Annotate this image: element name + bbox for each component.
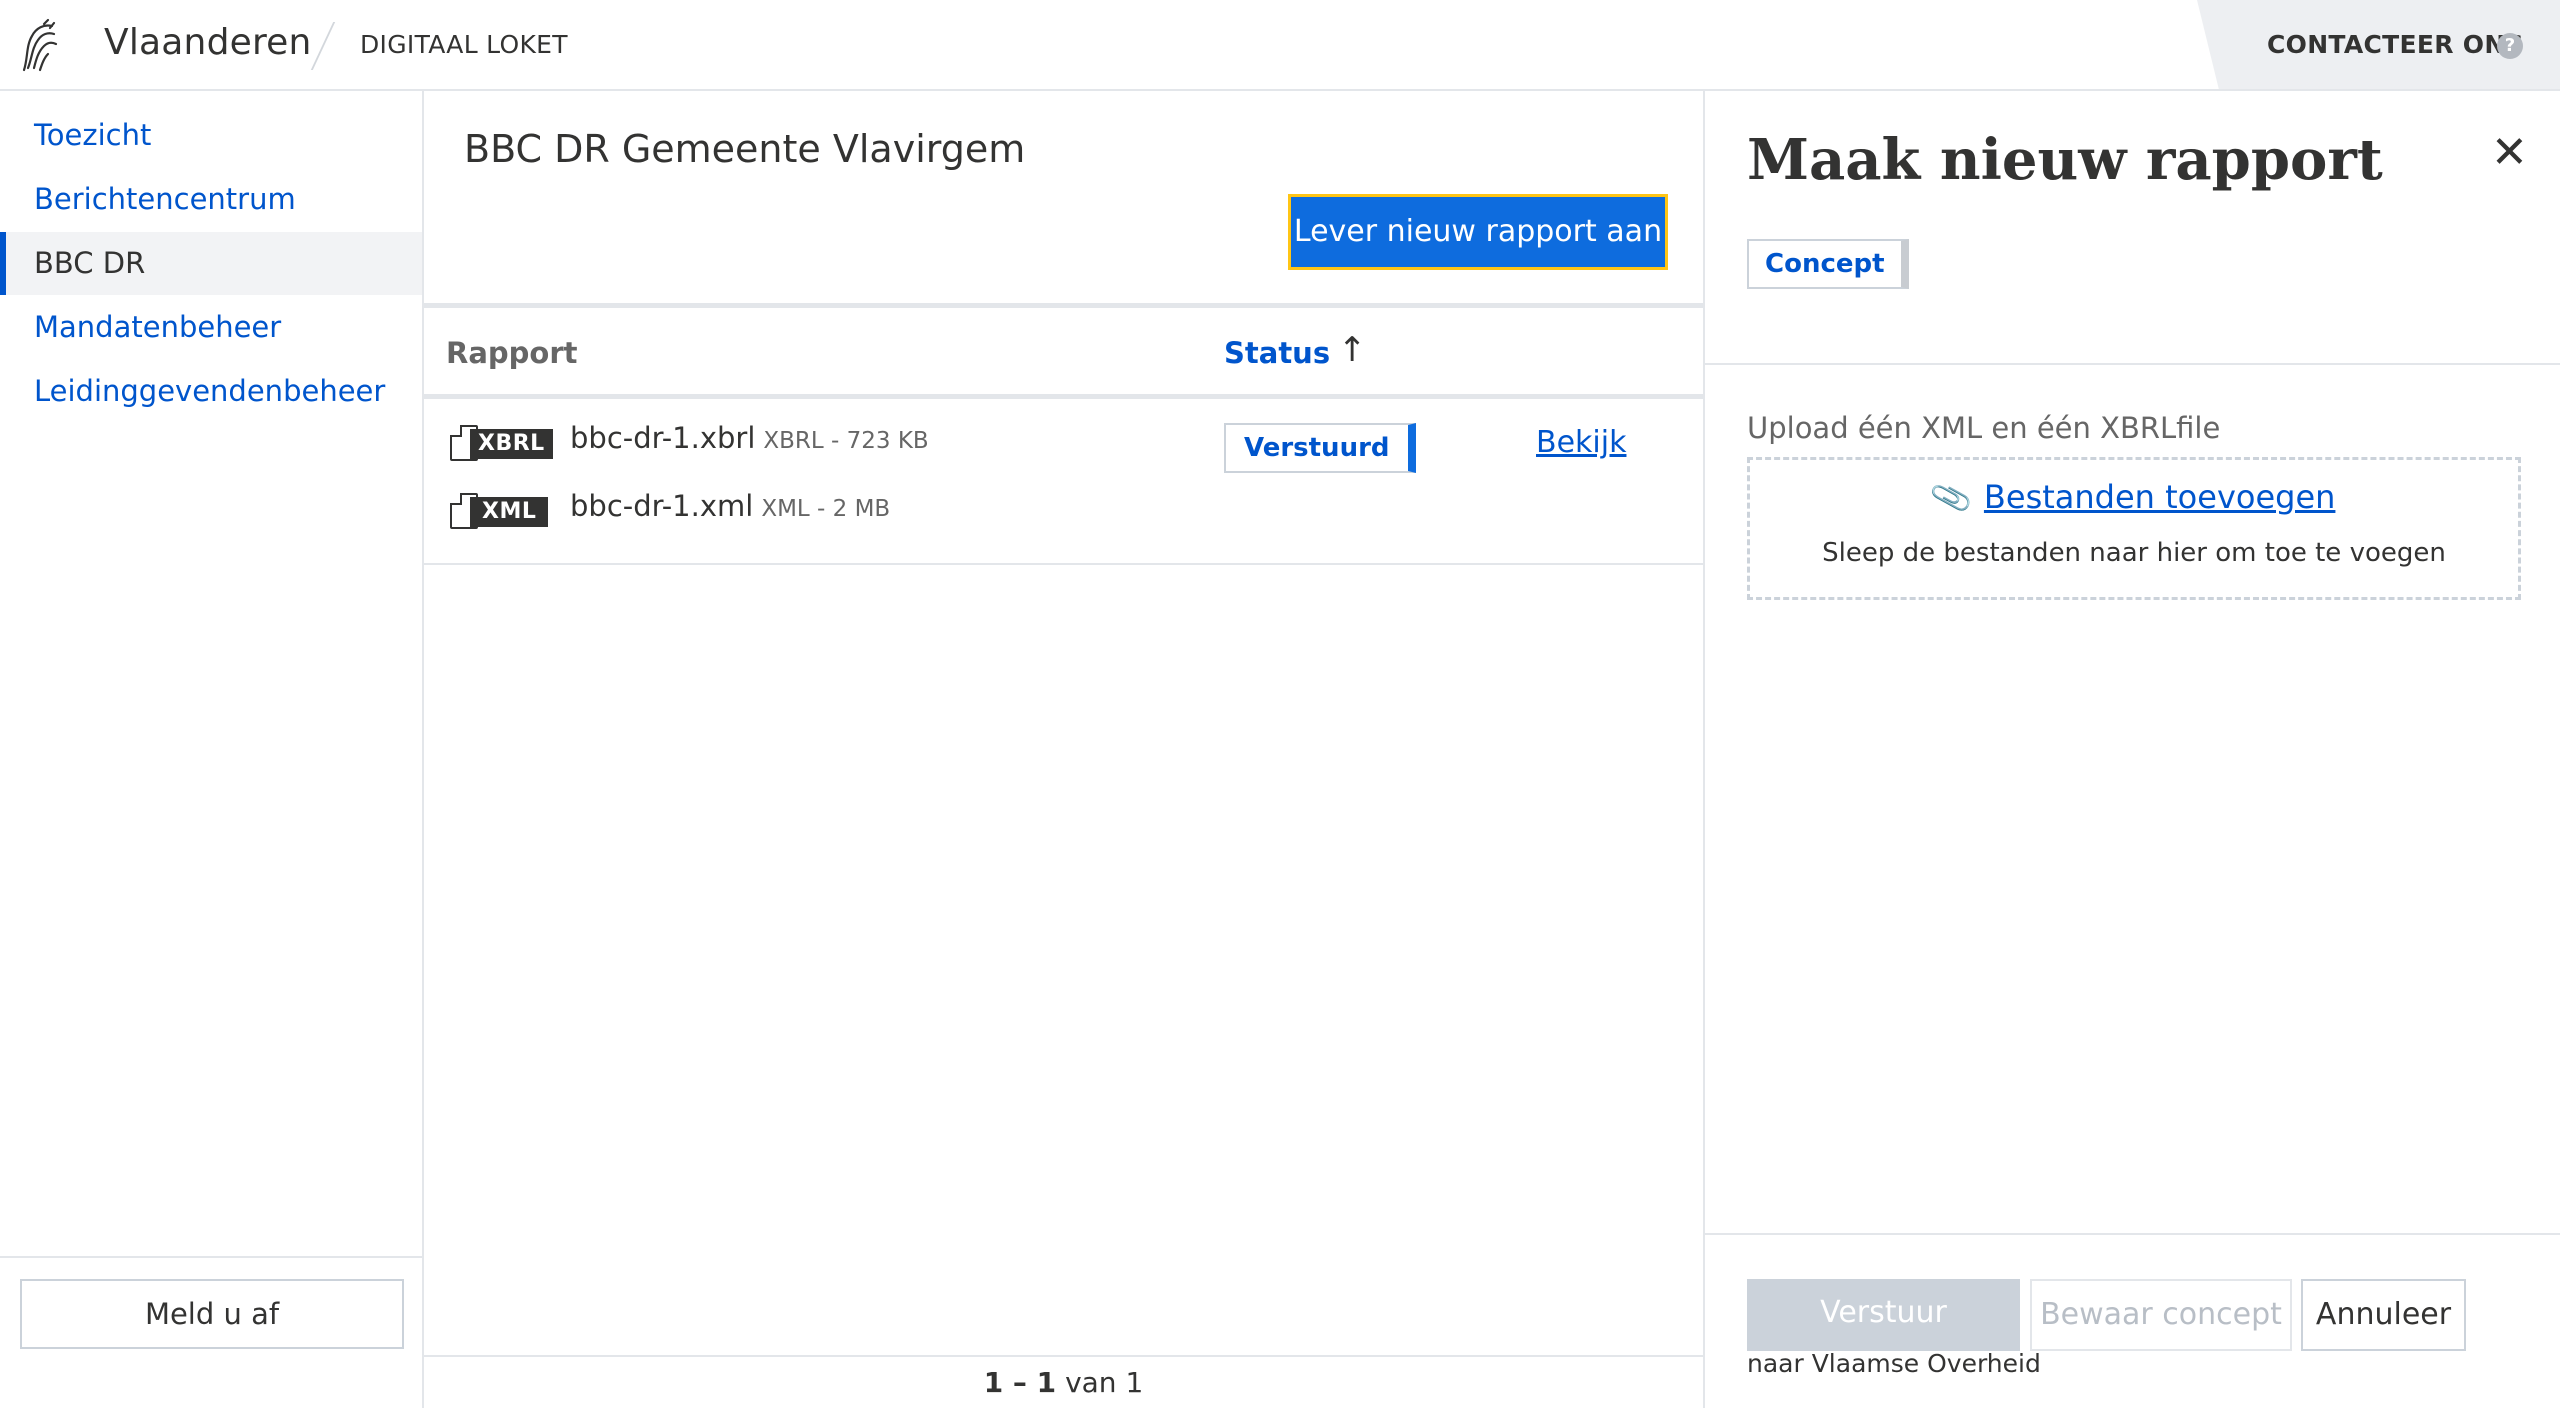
help-icon: ? [2497,33,2523,59]
file-meta: XML - 2 MB [761,496,891,522]
header-divider [310,22,336,70]
pagination-total: van 1 [1065,1366,1144,1399]
new-report-button[interactable]: Lever nieuw rapport aan [1288,194,1668,270]
add-files-link[interactable]: 📎 Bestanden toevoegen [1750,476,2518,522]
reports-table: Rapport Status ↑ XBRL bbc-dr-1.xbrl XBRL … [424,303,1703,565]
sidebar-item-bbc-dr[interactable]: BBC DR [0,232,422,295]
new-report-panel: Maak nieuw rapport ✕ Concept Upload één … [1705,91,2560,1408]
flemish-lion-logo[interactable] [18,18,62,76]
sidebar-footer: Meld u af [0,1256,422,1408]
column-header-status[interactable]: Status [1224,336,1330,370]
file-name-text: bbc-dr-1.xml [570,489,754,523]
column-header-rapport: Rapport [446,336,578,370]
file-meta: XBRL - 723 KB [763,428,929,454]
top-header: Vlaanderen DIGITAAL LOKET CONTACTEER ONS… [0,0,2560,91]
brand-name[interactable]: Vlaanderen [104,22,312,63]
table-row: XBRL bbc-dr-1.xbrl XBRL - 723 KB XML bbc-… [424,399,1703,565]
logout-button[interactable]: Meld u af [20,1279,404,1349]
panel-title: Maak nieuw rapport [1747,127,2383,193]
status-badge: Verstuurd [1224,423,1416,473]
sidebar: Toezicht Berichtencentrum BBC DR Mandate… [0,91,424,1408]
file-dropzone[interactable]: 📎 Bestanden toevoegen Sleep de bestanden … [1747,457,2521,600]
sidebar-item-berichtencentrum[interactable]: Berichtencentrum [0,168,422,231]
dropzone-hint: Sleep de bestanden naar hier om toe te v… [1822,538,2446,568]
sidebar-item-leidinggevendenbeheer[interactable]: Leidinggevendenbeheer [0,360,422,423]
table-header: Rapport Status ↑ [424,303,1703,399]
file-name-text: bbc-dr-1.xbrl [570,421,756,455]
view-report-link[interactable]: Bekijk [1536,425,1626,460]
close-icon[interactable]: ✕ [2491,131,2528,175]
divider [1705,363,2560,365]
file-name: bbc-dr-1.xml XML - 2 MB [570,489,890,523]
send-subtext: naar Vlaamse Overheid [1747,1349,2041,1378]
app-name[interactable]: DIGITAAL LOKET [360,30,568,59]
pagination: 1 – 1 van 1 [424,1355,1703,1408]
contact-label: CONTACTEER ONS [2267,30,2524,59]
contact-button[interactable]: CONTACTEER ONS ? [2197,0,2560,89]
pagination-range: 1 – 1 [983,1366,1057,1399]
status-badge-concept: Concept [1747,239,1909,289]
sort-ascending-icon[interactable]: ↑ [1338,330,1367,370]
file-type-badge: XBRL [470,429,553,459]
sidebar-item-toezicht[interactable]: Toezicht [0,104,422,167]
main-content: BBC DR Gemeente Vlavirgem Lever nieuw ra… [424,91,1705,1408]
page-title: BBC DR Gemeente Vlavirgem [464,127,1026,171]
save-concept-button[interactable]: Bewaar concept [2030,1279,2292,1351]
divider [1705,1233,2560,1235]
file-type-badge: XML [470,497,549,527]
sidebar-item-mandatenbeheer[interactable]: Mandatenbeheer [0,296,422,359]
add-files-label: Bestanden toevoegen [1983,478,2336,516]
send-button[interactable]: Verstuur [1747,1279,2020,1351]
file-name: bbc-dr-1.xbrl XBRL - 723 KB [570,421,929,455]
paperclip-icon: 📎 [1927,475,1975,522]
upload-label: Upload één XML en één XBRLfile [1747,411,2221,445]
cancel-button[interactable]: Annuleer [2301,1279,2466,1351]
